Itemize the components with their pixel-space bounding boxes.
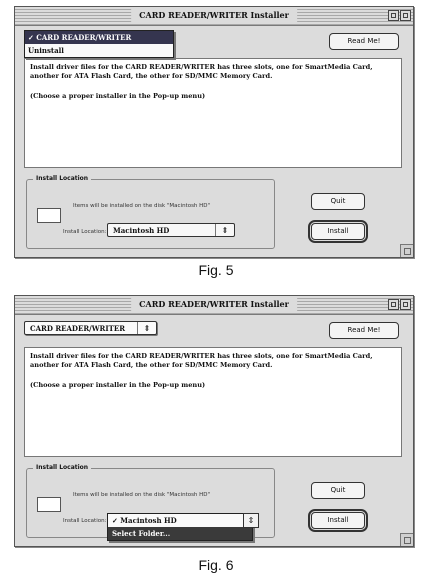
description-text-area: Install driver files for the CARD READER… xyxy=(24,347,402,457)
menu-item-macintosh-hd[interactable]: ✓ Macintosh HD xyxy=(108,514,252,527)
install-button[interactable]: Install xyxy=(308,220,368,243)
collapse-box-icon[interactable] xyxy=(400,10,411,21)
figure-caption-5: Fig. 5 xyxy=(198,262,234,278)
popup-arrows-icon: ⇕ xyxy=(215,224,234,236)
zoom-box-icon[interactable] xyxy=(388,299,399,310)
popup-arrows-icon[interactable]: ⇕ xyxy=(243,513,259,528)
read-me-button[interactable]: Read Me! xyxy=(329,33,399,50)
description-text: Install driver files for the CARD READER… xyxy=(30,352,373,369)
read-me-button[interactable]: Read Me! xyxy=(329,322,399,339)
figure-caption-6: Fig. 6 xyxy=(198,557,234,573)
quit-button[interactable]: Quit xyxy=(311,482,365,499)
description-text: Install driver files for the CARD READER… xyxy=(30,63,373,80)
location-popup-label: Install Location: xyxy=(63,229,107,235)
installer-window-fig5: CARD READER/WRITER Installer ✓ CARD READ… xyxy=(14,6,414,258)
zoom-box-icon[interactable] xyxy=(388,10,399,21)
resize-grip-icon[interactable] xyxy=(400,533,413,546)
collapse-box-icon[interactable] xyxy=(400,299,411,310)
title-bar[interactable]: CARD READER/WRITER Installer xyxy=(15,7,413,26)
window-title: CARD READER/WRITER Installer xyxy=(131,298,297,311)
installer-popup-value: CARD READER/WRITER xyxy=(30,324,126,333)
install-location-note: Items will be installed on the disk "Mac… xyxy=(73,492,211,498)
disk-icon xyxy=(37,208,61,223)
install-location-group: Install Location Items will be installed… xyxy=(26,174,275,249)
install-location-note: Items will be installed on the disk "Mac… xyxy=(73,203,211,209)
window-title: CARD READER/WRITER Installer xyxy=(131,9,297,22)
install-location-label: Install Location xyxy=(33,463,92,473)
description-text-area: Install driver files for the CARD READER… xyxy=(24,58,402,168)
installer-popup[interactable]: CARD READER/WRITER ⇕ xyxy=(24,321,157,335)
menu-item-uninstall[interactable]: Uninstall xyxy=(25,44,173,57)
instruction-text: (Choose a proper installer in the Pop-up… xyxy=(30,92,206,100)
disk-popup-value: Macintosh HD xyxy=(113,226,170,235)
quit-button[interactable]: Quit xyxy=(311,193,365,210)
resize-grip-icon[interactable] xyxy=(400,244,413,257)
location-popup-label: Install Location: xyxy=(63,518,107,524)
installer-window-fig6: CARD READER/WRITER Installer CARD READER… xyxy=(14,295,414,547)
disk-icon xyxy=(37,497,61,512)
installer-popup-menu[interactable]: ✓ CARD READER/WRITER Uninstall xyxy=(24,30,174,58)
menu-item-card-reader-writer[interactable]: ✓ CARD READER/WRITER xyxy=(25,31,173,44)
install-location-label: Install Location xyxy=(33,174,92,184)
menu-item-select-folder[interactable]: Select Folder... xyxy=(108,527,252,540)
disk-popup[interactable]: Macintosh HD ⇕ xyxy=(107,223,235,237)
title-bar[interactable]: CARD READER/WRITER Installer xyxy=(15,296,413,315)
popup-arrows-icon: ⇕ xyxy=(137,322,156,334)
install-button[interactable]: Install xyxy=(308,509,368,532)
instruction-text: (Choose a proper installer in the Pop-up… xyxy=(30,381,206,389)
disk-popup-menu[interactable]: ✓ Macintosh HD Select Folder... xyxy=(107,513,253,541)
